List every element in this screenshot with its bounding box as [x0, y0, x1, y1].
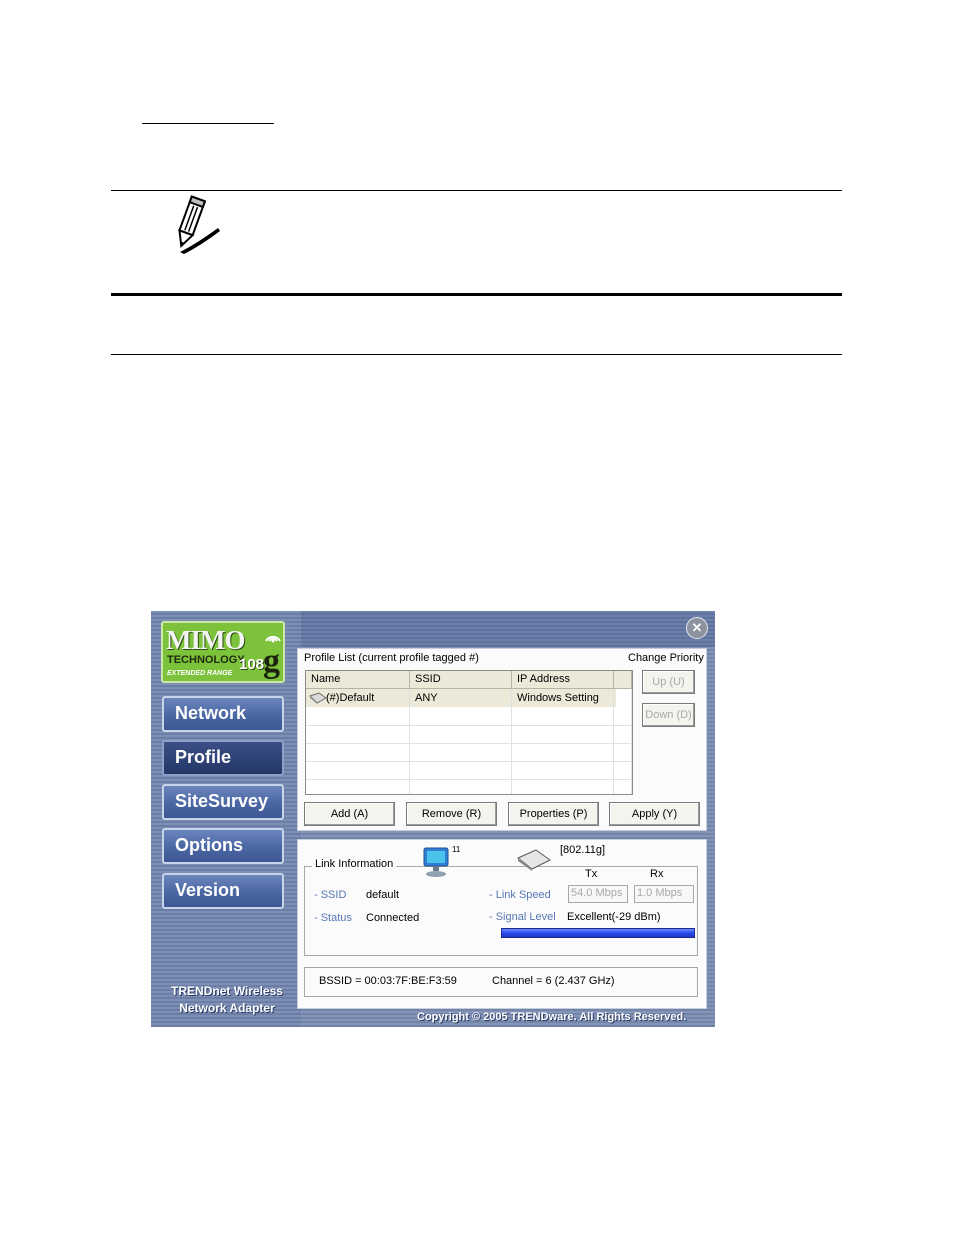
close-icon: ✕ [691, 620, 703, 635]
column-header-ssid[interactable]: SSID [410, 671, 512, 689]
section-rule [111, 354, 842, 355]
tx-label: Tx [585, 868, 598, 880]
logo-extended-range-text: EXTENDED RANGE [167, 670, 233, 677]
link-info-panel: Link Information 11 [802.11g] Tx Rx - SS… [297, 839, 707, 1009]
grid-line [306, 725, 632, 726]
ssid-label: - SSID [314, 889, 347, 901]
note-top-rule [111, 190, 842, 191]
brand-footer: TRENDnet Wireless Network Adapter [157, 983, 297, 1017]
logo-mimo-text: MIMO [166, 625, 245, 655]
profile-ssid-cell: ANY [415, 692, 438, 704]
utility-window: MIMO TECHNOLOGY 108 g EXTENDED RANGE Net… [151, 611, 715, 1027]
profile-list-title: Profile List (current profile tagged #) [304, 652, 479, 664]
nav-network-button[interactable]: Network [162, 696, 284, 732]
nav-profile-button[interactable]: Profile [162, 740, 284, 776]
adapter-card-icon [517, 849, 551, 871]
ssid-value: default [366, 889, 400, 901]
apply-button[interactable]: Apply (Y) [609, 802, 700, 826]
signal-level-bar [501, 928, 695, 938]
wireless-waves-icon [265, 635, 281, 643]
remove-profile-button[interactable]: Remove (R) [406, 802, 497, 826]
column-header-filler [614, 671, 632, 689]
grid-line [306, 761, 632, 762]
close-button[interactable]: ✕ [686, 617, 708, 639]
mimo-logo: MIMO TECHNOLOGY 108 g EXTENDED RANGE [161, 621, 285, 683]
rx-speed-field: 1.0 Mbps [634, 885, 694, 903]
profile-panel: Profile List (current profile tagged #) … [297, 648, 707, 831]
link-info-title: Link Information [312, 858, 397, 870]
computer-icon [423, 847, 449, 877]
heading-underline [142, 123, 274, 124]
bssid-box: BSSID = 00:03:7F:BE:F3:59 Channel = 6 (2… [304, 967, 698, 997]
adapter-card-icon [309, 692, 327, 704]
priority-down-button[interactable]: Down (D) [642, 703, 695, 727]
note-bottom-rule [111, 293, 842, 296]
link-speed-label: - Link Speed [489, 889, 551, 901]
add-profile-button[interactable]: Add (A) [304, 802, 395, 826]
logo-technology-text: TECHNOLOGY [167, 654, 245, 666]
rx-label: Rx [650, 868, 664, 880]
priority-up-button[interactable]: Up (U) [642, 670, 695, 694]
profile-ip-cell: Windows Setting [517, 692, 599, 704]
tx-speed-field: 54.0 Mbps [568, 885, 628, 903]
properties-button[interactable]: Properties (P) [508, 802, 599, 826]
grid-line [306, 743, 632, 744]
copyright-text: Copyright © 2005 TRENDware. All Rights R… [417, 1011, 687, 1023]
profile-name-cell: (#)Default [326, 692, 375, 704]
bssid-text: BSSID = 00:03:7F:BE:F3:59 [319, 975, 457, 987]
brand-line-1: TRENDnet Wireless [171, 984, 283, 998]
channel-text: Channel = 6 (2.437 GHz) [492, 975, 615, 987]
status-value: Connected [366, 912, 420, 924]
brand-line-2: Network Adapter [179, 1001, 275, 1015]
signal-level-value: Excellent(-29 dBm) [567, 911, 661, 923]
column-header-name[interactable]: Name [306, 671, 410, 689]
signal-level-fill [502, 929, 694, 937]
signal-badge: 11 [452, 845, 461, 854]
logo-108-text: 108 [239, 656, 265, 673]
signal-level-label: - Signal Level [489, 911, 556, 923]
nav-sitesurvey-button[interactable]: SiteSurvey [162, 784, 284, 820]
grid-line [306, 779, 632, 780]
pencil-note-icon [178, 195, 220, 254]
nav-version-button[interactable]: Version [162, 873, 284, 909]
table-row[interactable]: (#)Default ANY Windows Setting [306, 689, 616, 707]
profile-table: Name SSID IP Address (#)Default ANY Wind… [305, 670, 633, 795]
column-header-ip[interactable]: IP Address [512, 671, 614, 689]
status-label: - Status [314, 912, 352, 924]
change-priority-label: Change Priority [628, 652, 704, 664]
logo-g-text: g [263, 643, 280, 680]
nav-options-button[interactable]: Options [162, 828, 284, 864]
wireless-mode-text: [802.11g] [560, 844, 606, 856]
